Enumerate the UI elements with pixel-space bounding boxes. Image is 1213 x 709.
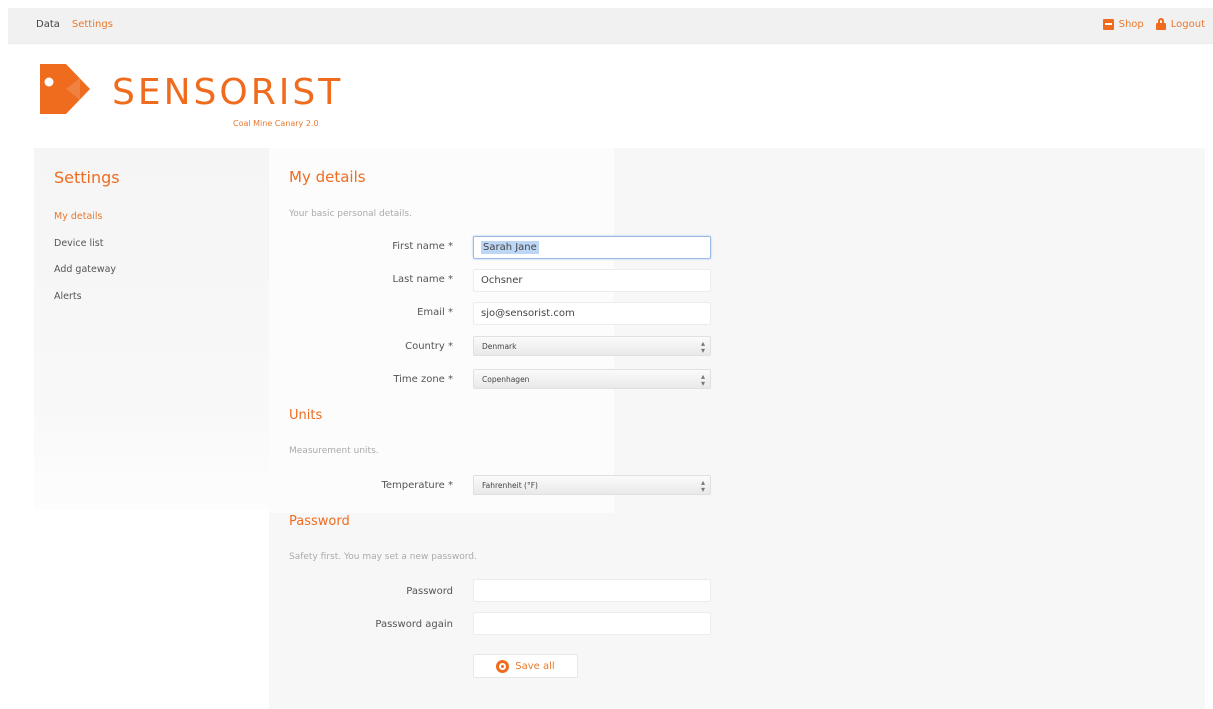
country-select[interactable]: Denmark ▴ ▾	[473, 336, 711, 356]
top-nav: Data Settings	[36, 19, 113, 30]
timezone-value: Copenhagen	[482, 375, 530, 384]
select-arrows-icon: ▴ ▾	[700, 339, 705, 355]
shop-icon	[1102, 18, 1114, 30]
password-field[interactable]	[473, 579, 711, 602]
settings-sidebar: Settings My details Device list Add gate…	[34, 148, 269, 510]
top-bar: Data Settings Shop Logout	[8, 8, 1213, 44]
logout-link[interactable]: Logout	[1155, 18, 1205, 30]
password-label: Password	[406, 586, 453, 597]
sidebar-title: Settings	[54, 168, 120, 187]
first-name-field[interactable]: Sarah Jane	[473, 236, 711, 259]
panel-highlight	[269, 148, 614, 513]
sidebar-item-device-list[interactable]: Device list	[54, 237, 116, 264]
sidebar-list: My details Device list Add gateway Alert…	[54, 210, 116, 316]
brand-name: SENSORIST	[112, 72, 344, 113]
last-name-label: Last name *	[392, 274, 453, 285]
temperature-label: Temperature *	[381, 480, 453, 491]
lock-icon	[1155, 18, 1166, 30]
email-label: Email *	[417, 307, 453, 318]
settings-main-panel: My details Your basic personal details. …	[269, 148, 1205, 709]
select-arrows-icon: ▴ ▾	[700, 372, 705, 388]
units-heading: Units	[289, 408, 323, 423]
sidebar-item-my-details[interactable]: My details	[54, 210, 116, 237]
my-details-description: Your basic personal details.	[289, 209, 412, 219]
first-name-value: Sarah Jane	[481, 241, 539, 254]
nav-data-link[interactable]: Data	[36, 19, 60, 30]
password-again-label: Password again	[375, 619, 453, 630]
sidebar-item-add-gateway[interactable]: Add gateway	[54, 263, 116, 290]
nav-settings-link[interactable]: Settings	[72, 19, 113, 30]
password-heading: Password	[289, 514, 350, 529]
units-description: Measurement units.	[289, 446, 379, 456]
my-details-heading: My details	[289, 168, 366, 186]
password-description: Safety first. You may set a new password…	[289, 552, 477, 562]
save-all-button[interactable]: Save all	[473, 654, 578, 678]
country-value: Denmark	[482, 342, 517, 351]
timezone-label: Time zone *	[393, 374, 453, 385]
temperature-value: Fahrenheit (°F)	[482, 481, 538, 490]
password-again-field[interactable]	[473, 612, 711, 635]
country-label: Country *	[405, 341, 453, 352]
sensorist-logo-icon[interactable]	[36, 60, 92, 118]
save-all-label: Save all	[515, 660, 555, 672]
last-name-field[interactable]: Ochsner	[473, 269, 711, 292]
email-field[interactable]: sjo@sensorist.com	[473, 302, 711, 325]
first-name-label: First name *	[392, 241, 453, 252]
timezone-select[interactable]: Copenhagen ▴ ▾	[473, 369, 711, 389]
logout-label: Logout	[1170, 18, 1205, 30]
save-icon	[496, 659, 510, 673]
shop-label: Shop	[1118, 18, 1144, 30]
brand-tagline: Coal Mine Canary 2.0	[233, 119, 319, 128]
temperature-select[interactable]: Fahrenheit (°F) ▴ ▾	[473, 475, 711, 495]
select-arrows-icon: ▴ ▾	[700, 478, 705, 494]
sidebar-item-alerts[interactable]: Alerts	[54, 290, 116, 317]
top-right-links: Shop Logout	[1102, 18, 1205, 30]
shop-link[interactable]: Shop	[1102, 18, 1144, 30]
